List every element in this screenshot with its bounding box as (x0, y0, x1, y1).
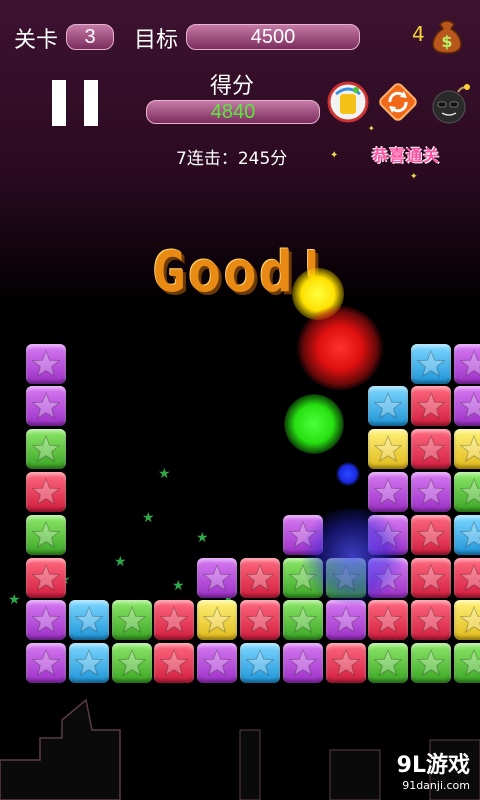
tile-red[interactable] (154, 643, 195, 684)
star-icon (203, 649, 232, 677)
star-icon (246, 649, 274, 677)
tile-blue[interactable] (68, 643, 109, 684)
star-icon (417, 478, 446, 506)
tile-purple[interactable] (197, 557, 238, 598)
star-icon (374, 435, 403, 463)
star-icon (246, 563, 274, 591)
star-icon (374, 392, 403, 420)
tile-green[interactable] (454, 472, 480, 512)
star-icon (32, 478, 60, 506)
blue-firework-burst (336, 462, 360, 486)
tile-purple[interactable] (26, 643, 66, 684)
tile-red[interactable] (26, 472, 66, 512)
star-icon (74, 649, 103, 677)
tile-green[interactable] (111, 643, 152, 684)
tile-green[interactable] (26, 514, 66, 555)
star-icon (203, 563, 232, 591)
tile-yellow[interactable] (454, 429, 480, 470)
star-icon (331, 606, 360, 634)
tile-red[interactable] (411, 600, 452, 641)
star-icon (160, 649, 189, 677)
star-icon (32, 649, 60, 677)
star-icon (417, 435, 446, 463)
star-icon (32, 606, 60, 634)
star-icon (417, 649, 446, 677)
tile-purple[interactable] (26, 600, 66, 641)
tile-purple[interactable] (197, 643, 238, 684)
star-icon (460, 392, 480, 420)
star-icon (288, 606, 317, 634)
star-icon (32, 392, 60, 420)
tile-purple[interactable] (454, 386, 480, 427)
tile-blue[interactable] (240, 643, 280, 684)
tile-red[interactable] (240, 557, 280, 598)
star-icon (203, 606, 232, 634)
star-icon (417, 349, 446, 377)
star-icon (32, 520, 60, 549)
tile-blue[interactable] (368, 386, 409, 427)
tile-purple[interactable] (282, 643, 323, 684)
star-icon (160, 606, 189, 634)
star-icon (417, 392, 446, 420)
star-icon (117, 606, 146, 634)
star-icon (460, 520, 480, 549)
tile-red[interactable] (411, 429, 452, 470)
watermark: 9L游戏 91danji.com (397, 747, 470, 792)
tile-yellow[interactable] (197, 600, 238, 641)
star-icon (331, 649, 360, 677)
star-icon (417, 520, 446, 549)
star-icon (460, 478, 480, 506)
star-icon (288, 649, 317, 677)
star-icon (374, 478, 403, 506)
tile-yellow[interactable] (368, 429, 409, 470)
tile-green[interactable] (26, 429, 66, 470)
tile-green[interactable] (282, 600, 323, 641)
star-icon (32, 563, 60, 591)
game-board (0, 0, 480, 800)
star-icon (32, 435, 60, 463)
tile-red[interactable] (411, 386, 452, 427)
star-icon (74, 606, 103, 634)
tile-blue[interactable] (454, 514, 480, 555)
star-icon (246, 606, 274, 634)
watermark-url: 91danji.com (402, 779, 470, 792)
tile-green[interactable] (368, 643, 409, 684)
tile-green[interactable] (411, 643, 452, 684)
star-icon (460, 349, 480, 377)
tile-yellow[interactable] (454, 600, 480, 641)
tile-red[interactable] (154, 600, 195, 641)
tile-red[interactable] (368, 600, 409, 641)
tile-purple[interactable] (411, 472, 452, 512)
tile-purple[interactable] (454, 343, 480, 384)
tile-red[interactable] (454, 557, 480, 598)
tile-red[interactable] (26, 557, 66, 598)
tile-green[interactable] (454, 643, 480, 684)
watermark-logo: 9L游戏 (396, 753, 470, 778)
star-icon (374, 606, 403, 634)
tile-blue[interactable] (411, 343, 452, 384)
star-icon (417, 563, 446, 591)
tile-red[interactable] (240, 600, 280, 641)
star-icon (32, 349, 60, 377)
star-icon (117, 649, 146, 677)
tile-red[interactable] (411, 514, 452, 555)
tile-purple[interactable] (368, 472, 409, 512)
star-icon (417, 606, 446, 634)
blue-firework-burst (298, 508, 408, 604)
star-icon (460, 435, 480, 463)
tile-purple[interactable] (26, 386, 66, 427)
star-icon (374, 649, 403, 677)
tile-green[interactable] (111, 600, 152, 641)
red-firework-burst (296, 306, 384, 390)
star-icon (460, 563, 480, 591)
green-firework-burst (284, 394, 344, 454)
tile-purple[interactable] (325, 600, 366, 641)
tile-purple[interactable] (26, 343, 66, 384)
tile-blue[interactable] (68, 600, 109, 641)
star-icon (460, 649, 480, 677)
star-icon (460, 606, 480, 634)
tile-red[interactable] (411, 557, 452, 598)
tile-red[interactable] (325, 643, 366, 684)
